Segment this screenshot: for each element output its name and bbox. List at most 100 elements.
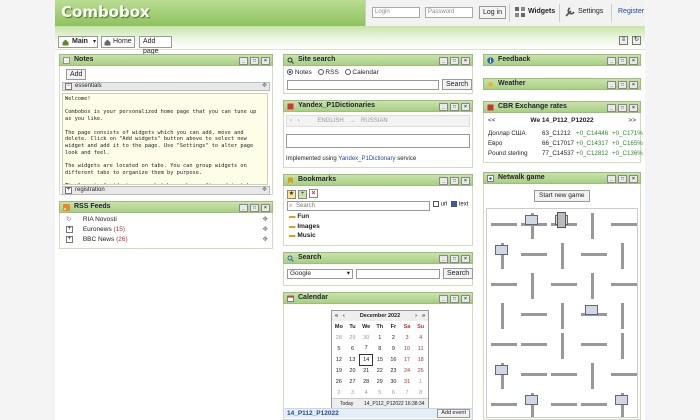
add-note-button[interactable]: Add — [66, 69, 87, 80]
close-icon[interactable]: × — [461, 255, 470, 263]
calendar-day[interactable]: 7 — [359, 343, 373, 354]
radio-calendar[interactable] — [344, 69, 351, 76]
move-icon[interactable]: ✥ — [263, 235, 268, 244]
prev-month-icon[interactable]: ‹ — [343, 311, 345, 321]
calendar-day[interactable]: 29 — [373, 376, 387, 387]
add-event-button[interactable]: Add event — [437, 409, 470, 418]
minimize-icon[interactable]: _ — [607, 57, 616, 65]
web-search-button[interactable]: Search — [443, 268, 474, 279]
pipe-segment[interactable] — [551, 283, 577, 286]
settings-button[interactable]: Settings — [578, 8, 603, 15]
note-registration[interactable]: + registration ✥ — [62, 186, 270, 195]
calendar-day[interactable]: 1 — [373, 332, 387, 343]
url-checkbox[interactable] — [433, 201, 439, 207]
calendar-day[interactable]: 25 — [414, 365, 428, 376]
computer-icon[interactable] — [585, 305, 598, 315]
pipe-segment[interactable] — [591, 273, 594, 299]
maximize-icon[interactable]: □ — [618, 81, 627, 89]
move-icon[interactable]: ✥ — [263, 215, 268, 224]
next-day-link[interactable]: >> — [628, 116, 636, 126]
computer-icon[interactable] — [495, 245, 508, 255]
calendar-day[interactable]: 6 — [346, 343, 360, 354]
minimize-icon[interactable]: _ — [439, 57, 448, 65]
pipe-segment[interactable] — [491, 223, 517, 226]
calendar-day[interactable]: 5 — [373, 387, 387, 398]
radio-notes[interactable] — [287, 69, 293, 76]
calendar-day[interactable]: 16 — [387, 354, 401, 365]
close-icon[interactable]: × — [461, 295, 470, 303]
minimize-icon[interactable]: _ — [607, 104, 616, 112]
rss-item[interactable]: + BBC News (26) ✥ — [66, 235, 268, 244]
widgets-button[interactable]: Widgets — [528, 8, 555, 15]
server-icon[interactable] — [557, 212, 566, 228]
close-icon[interactable]: × — [629, 57, 638, 65]
minimize-icon[interactable]: _ — [439, 295, 448, 303]
expand-icon[interactable]: + — [66, 225, 73, 233]
calendar-day[interactable]: 28 — [332, 332, 346, 343]
calendar-day[interactable]: 30 — [387, 376, 401, 387]
maximize-icon[interactable]: □ — [450, 177, 459, 185]
calendar-day[interactable]: 14 — [358, 353, 374, 366]
pipe-segment[interactable] — [561, 243, 564, 269]
calendar-day[interactable]: 4 — [414, 332, 428, 343]
maximize-icon[interactable]: □ — [618, 175, 627, 183]
maximize-icon[interactable]: □ — [250, 57, 259, 65]
pipe-segment[interactable] — [621, 303, 624, 329]
calendar-day[interactable]: 2 — [332, 387, 346, 398]
minimize-icon[interactable]: _ — [607, 81, 616, 89]
dictionary-link[interactable]: Yandex_P1Dictionary — [338, 156, 395, 162]
pipe-segment[interactable] — [621, 243, 624, 269]
move-icon[interactable]: ✥ — [263, 225, 268, 234]
prev-year-icon[interactable]: « — [335, 311, 338, 321]
minimize-icon[interactable]: _ — [607, 175, 616, 183]
maximize-icon[interactable]: □ — [450, 57, 459, 65]
calendar-day[interactable]: 3 — [346, 387, 360, 398]
pipe-segment[interactable] — [491, 283, 517, 286]
pipe-segment[interactable] — [621, 333, 624, 359]
calendar-day[interactable]: 12 — [332, 354, 346, 365]
close-icon[interactable]: × — [461, 103, 470, 111]
bookmark-folder[interactable]: ▬ Images — [289, 222, 320, 232]
calendar-day[interactable]: 30 — [359, 332, 373, 343]
calendar-day[interactable]: 20 — [346, 365, 360, 376]
minimize-icon[interactable]: _ — [439, 255, 448, 263]
pipe-segment[interactable] — [491, 343, 517, 346]
back-icon[interactable]: ‹ — [290, 118, 292, 124]
netwalk-board[interactable] — [486, 208, 638, 418]
pipe-segment[interactable] — [551, 373, 577, 376]
minimize-icon[interactable]: _ — [439, 103, 448, 111]
tab-main[interactable]: Main ▾ — [58, 36, 98, 48]
calendar-day[interactable]: 27 — [346, 376, 360, 387]
pipe-segment[interactable] — [611, 283, 637, 286]
calendar-day[interactable]: 10 — [400, 343, 414, 354]
site-search-button[interactable]: Search — [442, 79, 473, 90]
arrow-right-icon[interactable]: → — [349, 118, 355, 124]
calendar-day[interactable]: 3 — [400, 332, 414, 343]
close-icon[interactable]: × — [629, 81, 638, 89]
maximize-icon[interactable]: □ — [250, 204, 259, 212]
calendar-day[interactable]: 8 — [414, 387, 428, 398]
rss-item[interactable]: ↻ RIA Novosti ✥ — [66, 215, 268, 224]
pipe-segment[interactable] — [581, 403, 607, 406]
bookmark-folder[interactable]: ▬ Fun — [289, 212, 320, 222]
pipe-segment[interactable] — [591, 213, 594, 239]
dictionary-input[interactable] — [286, 134, 470, 148]
pipe-segment[interactable] — [551, 403, 577, 406]
to-language[interactable]: RUSSIAN — [361, 118, 388, 124]
from-language[interactable]: ENGLISH — [317, 118, 343, 124]
calendar-day[interactable]: 15 — [373, 354, 387, 365]
site-search-input[interactable] — [287, 80, 439, 90]
calendar-day[interactable]: 8 — [373, 343, 387, 354]
minimize-icon[interactable]: _ — [439, 177, 448, 185]
radio-rss[interactable] — [317, 69, 324, 76]
calendar-day[interactable]: 18 — [414, 354, 428, 365]
forward-icon[interactable]: › — [298, 118, 300, 124]
register-link[interactable]: Register — [618, 8, 644, 15]
layout-icon[interactable]: ≡ — [619, 36, 629, 45]
note-essentials[interactable]: − essentials ✥ — [62, 82, 270, 91]
pipe-segment[interactable] — [581, 253, 607, 256]
calendar-day[interactable]: 1 — [414, 376, 428, 387]
star-icon[interactable]: ★ — [287, 190, 296, 199]
delete-icon[interactable]: × — [308, 189, 318, 198]
start-new-game-button[interactable]: Start new game — [534, 190, 590, 202]
